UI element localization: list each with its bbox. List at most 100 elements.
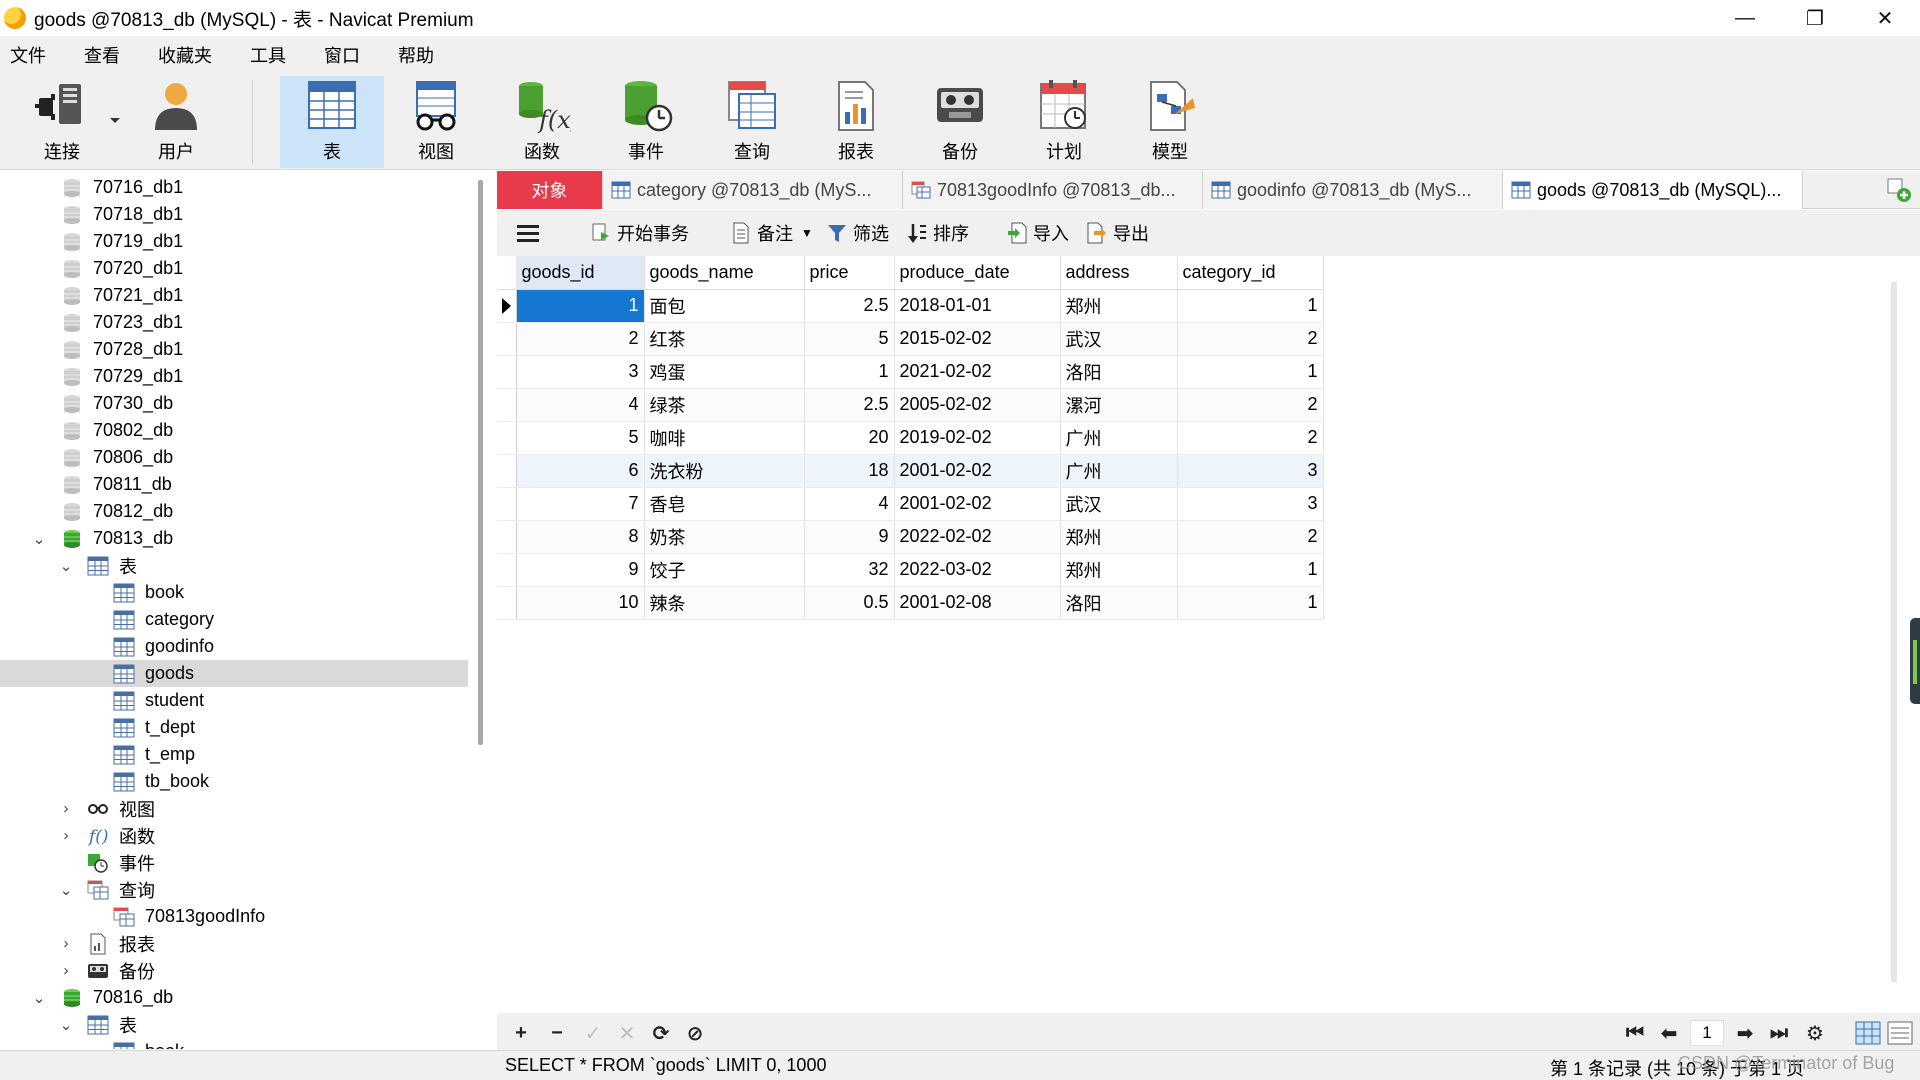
sidebar-scrollbar[interactable]: [478, 180, 483, 745]
cell-category-id[interactable]: 1: [1177, 586, 1324, 620]
cell-price[interactable]: 5: [804, 322, 895, 356]
sidebar-table-item[interactable]: category: [0, 606, 468, 633]
function-button[interactable]: f(x) 函数: [504, 76, 580, 168]
user-button[interactable]: 用户: [138, 76, 214, 168]
sidebar-functions-folder[interactable]: › f() 函数: [0, 822, 468, 849]
menu-help[interactable]: 帮助: [388, 42, 444, 68]
chevron-down-icon[interactable]: ⌄: [59, 882, 73, 899]
report-button[interactable]: 报表: [818, 76, 894, 168]
column-header-goods-id[interactable]: goods_id: [516, 256, 645, 290]
sidebar-tables-folder[interactable]: ⌄ 表: [0, 552, 468, 579]
cell-goods-name[interactable]: 奶茶: [644, 520, 805, 554]
row-header[interactable]: [497, 454, 517, 488]
table-row[interactable]: 1 面包 2.5 2018-01-01 郑州 1: [497, 289, 1324, 323]
cell-goods-name[interactable]: 红茶: [644, 322, 805, 356]
sidebar-database-item[interactable]: 70718_db1: [0, 201, 468, 228]
sidebar-backups-folder[interactable]: › 备份: [0, 957, 468, 984]
menu-view[interactable]: 查看: [74, 42, 130, 68]
cell-goods-name[interactable]: 辣条: [644, 586, 805, 620]
table-row[interactable]: 10 辣条 0.5 2001-02-08 洛阳 1: [497, 586, 1324, 620]
table-row[interactable]: 3 鸡蛋 1 2021-02-02 洛阳 1: [497, 355, 1324, 389]
stop-button[interactable]: ⊘: [683, 1021, 707, 1045]
cell-goods-id[interactable]: 3: [516, 355, 645, 389]
cell-goods-id[interactable]: 10: [516, 586, 645, 620]
table-row[interactable]: 9 饺子 32 2022-03-02 郑州 1: [497, 553, 1324, 587]
sidebar-table-item[interactable]: t_emp: [0, 741, 468, 768]
column-header-produce-date[interactable]: produce_date: [894, 256, 1061, 290]
settings-button[interactable]: ⚙: [1803, 1021, 1827, 1045]
page-number-input[interactable]: 1: [1690, 1020, 1724, 1046]
cell-price[interactable]: 32: [804, 553, 895, 587]
chevron-right-icon[interactable]: ›: [59, 800, 73, 817]
menu-icon[interactable]: [517, 210, 539, 256]
query-button[interactable]: 查询: [714, 76, 790, 168]
previous-page-button[interactable]: ⬅: [1657, 1021, 1681, 1045]
table-row[interactable]: 2 红茶 5 2015-02-02 武汉 2: [497, 322, 1324, 356]
cell-goods-id[interactable]: 2: [516, 322, 645, 356]
first-page-button[interactable]: ⏮: [1623, 1021, 1647, 1045]
sidebar-table-item[interactable]: book: [0, 579, 468, 606]
row-header[interactable]: [497, 421, 517, 455]
tab-category[interactable]: category @70813_db (MyS...: [603, 171, 903, 209]
cell-category-id[interactable]: 2: [1177, 322, 1324, 356]
cell-address[interactable]: 武汉: [1060, 322, 1178, 356]
menu-tools[interactable]: 工具: [240, 42, 296, 68]
schedule-button[interactable]: 计划: [1026, 76, 1102, 168]
sidebar-database-item[interactable]: 70719_db1: [0, 228, 468, 255]
cell-price[interactable]: 2.5: [804, 388, 895, 422]
chevron-right-icon[interactable]: ›: [59, 827, 73, 844]
sidebar-table-item[interactable]: goodinfo: [0, 633, 468, 660]
cell-goods-id[interactable]: 7: [516, 487, 645, 521]
cell-produce-date[interactable]: 2022-03-02: [894, 553, 1061, 587]
table-row[interactable]: 4 绿茶 2.5 2005-02-02 漯河 2: [497, 388, 1324, 422]
cell-category-id[interactable]: 3: [1177, 487, 1324, 521]
form-view-icon[interactable]: [1887, 1021, 1913, 1045]
chevron-right-icon[interactable]: ›: [59, 962, 73, 979]
cell-price[interactable]: 20: [804, 421, 895, 455]
cell-price[interactable]: 18: [804, 454, 895, 488]
import-button[interactable]: 导入: [1007, 210, 1069, 256]
memo-button[interactable]: 备注 ▼: [731, 210, 813, 256]
cell-address[interactable]: 洛阳: [1060, 355, 1178, 389]
sidebar-query-item[interactable]: 70813goodInfo: [0, 903, 468, 930]
sidebar-database-item[interactable]: 70802_db: [0, 417, 468, 444]
model-button[interactable]: 模型: [1132, 76, 1208, 168]
backup-button[interactable]: 备份: [922, 76, 998, 168]
row-header[interactable]: [497, 322, 517, 356]
table-row[interactable]: 6 洗衣粉 18 2001-02-02 广州 3: [497, 454, 1324, 488]
table-row[interactable]: 8 奶茶 9 2022-02-02 郑州 2: [497, 520, 1324, 554]
cell-price[interactable]: 4: [804, 487, 895, 521]
cell-goods-id[interactable]: 1: [516, 289, 645, 323]
cell-goods-name[interactable]: 咖啡: [644, 421, 805, 455]
view-button[interactable]: 视图: [398, 76, 474, 168]
restore-button[interactable]: ❐: [1780, 0, 1850, 36]
sidebar-events-folder[interactable]: 事件: [0, 849, 468, 876]
next-page-button[interactable]: ➡: [1733, 1021, 1757, 1045]
sidebar-reports-folder[interactable]: › 报表: [0, 930, 468, 957]
sidebar-database-item[interactable]: 70716_db1: [0, 174, 468, 201]
discard-changes-button[interactable]: ✕: [615, 1021, 639, 1045]
column-header-category-id[interactable]: category_id: [1177, 256, 1324, 290]
row-header[interactable]: [497, 289, 517, 323]
cell-category-id[interactable]: 2: [1177, 421, 1324, 455]
cell-goods-id[interactable]: 5: [516, 421, 645, 455]
last-page-button[interactable]: ⏭: [1767, 1021, 1791, 1045]
connect-button[interactable]: 连接: [24, 76, 100, 168]
cell-produce-date[interactable]: 2001-02-08: [894, 586, 1061, 620]
cell-goods-id[interactable]: 6: [516, 454, 645, 488]
cell-address[interactable]: 郑州: [1060, 520, 1178, 554]
begin-transaction-button[interactable]: 开始事务: [591, 210, 689, 256]
cell-goods-name[interactable]: 饺子: [644, 553, 805, 587]
grid-view-icon[interactable]: [1855, 1021, 1881, 1045]
sidebar-database-item[interactable]: 70812_db: [0, 498, 468, 525]
sidebar-table-item[interactable]: tb_book: [0, 768, 468, 795]
minimize-button[interactable]: —: [1710, 0, 1780, 36]
cell-goods-name[interactable]: 绿茶: [644, 388, 805, 422]
filter-button[interactable]: 筛选: [827, 210, 889, 256]
cell-produce-date[interactable]: 2005-02-02: [894, 388, 1061, 422]
table-row[interactable]: 5 咖啡 20 2019-02-02 广州 2: [497, 421, 1324, 455]
cell-goods-name[interactable]: 面包: [644, 289, 805, 323]
table-button[interactable]: 表: [280, 76, 384, 168]
sidebar-database-item[interactable]: 70728_db1: [0, 336, 468, 363]
chevron-right-icon[interactable]: ›: [59, 935, 73, 952]
